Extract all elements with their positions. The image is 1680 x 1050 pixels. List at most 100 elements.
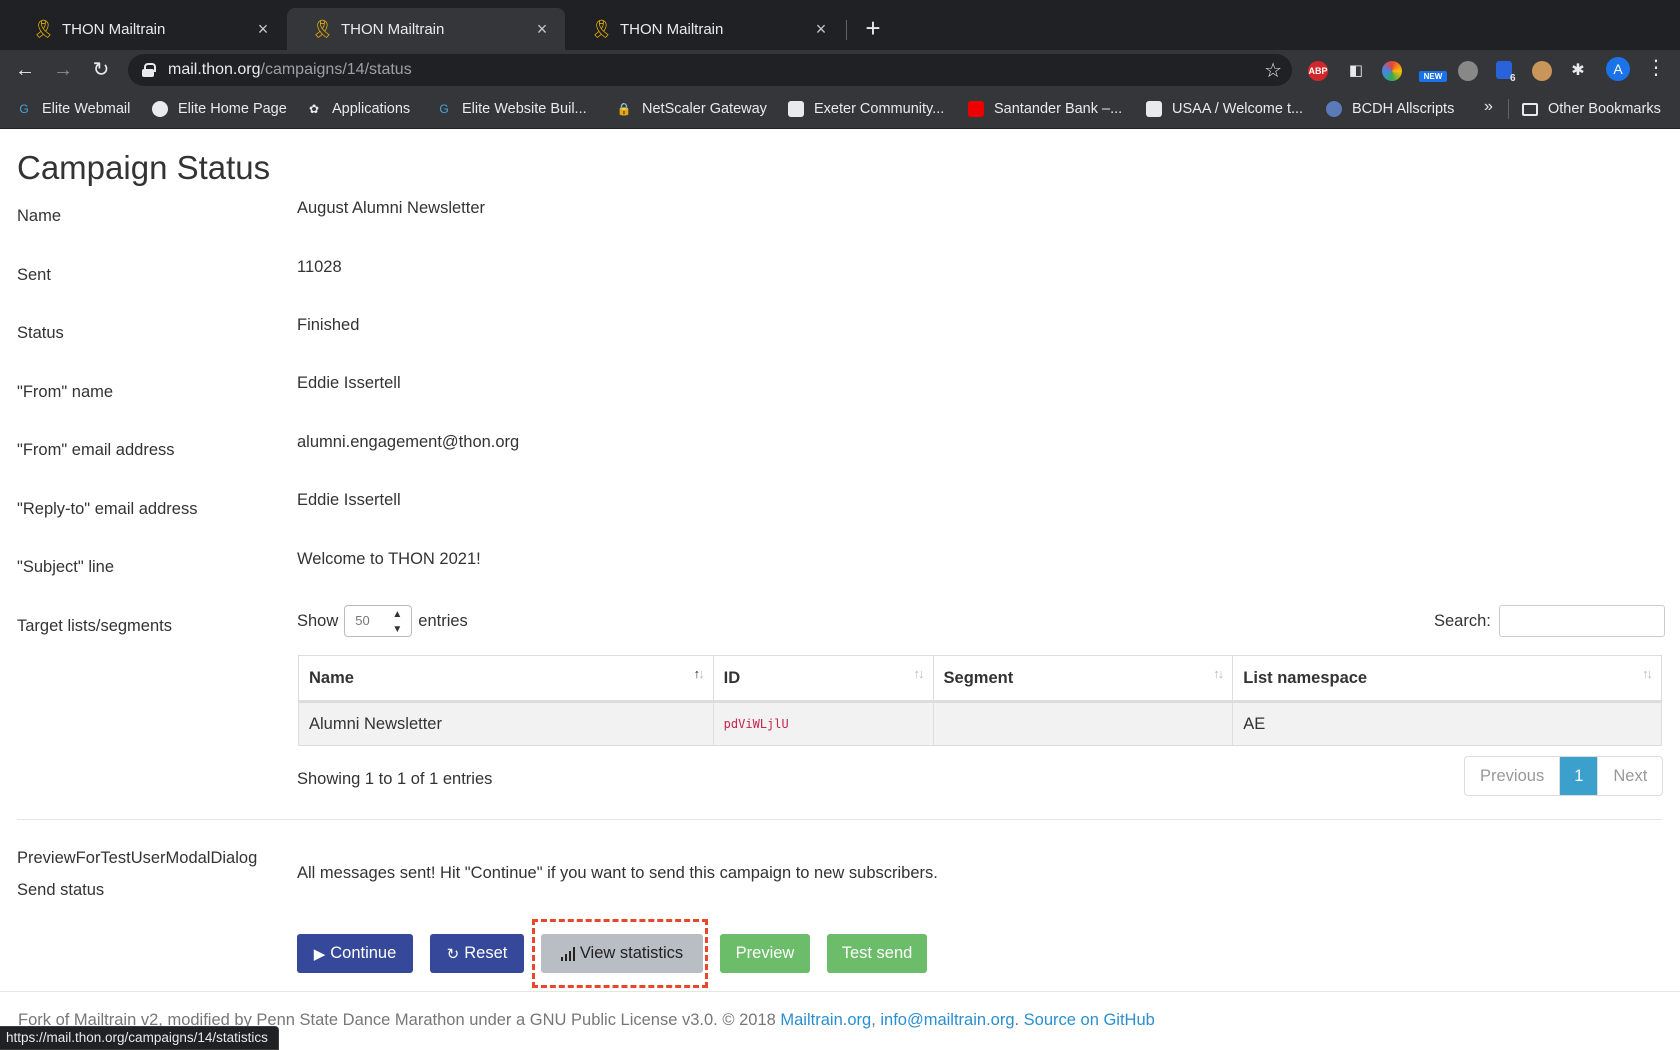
elite-icon: G [19, 102, 29, 116]
bookmark-usaa[interactable]: USAA / Welcome t... [1146, 99, 1303, 119]
column-header-segment[interactable]: Segment ↑↓ [932, 655, 1234, 703]
puzzle-icon[interactable]: ✱ [1568, 61, 1588, 81]
browser-tab[interactable]: 🎗 THON Mailtrain × [8, 8, 286, 50]
send-status-message: All messages sent! Hit "Continue" if you… [297, 864, 938, 882]
pagination: Previous 1 Next [1464, 756, 1664, 796]
show-label: Show [297, 611, 339, 630]
table-info: Showing 1 to 1 of 1 entries [297, 770, 493, 788]
entries-select[interactable]: 50 ▲ ▼ [344, 605, 413, 637]
adblock-icon[interactable]: ABP [1308, 61, 1328, 81]
folder-icon [1522, 102, 1538, 116]
field-label-reply-to: "Reply-to" email address [17, 500, 198, 518]
tab-title: THON Mailtrain [620, 20, 724, 38]
pagination-page-1[interactable]: 1 [1559, 757, 1599, 795]
field-label-status: Status [17, 324, 64, 342]
search-input[interactable] [1498, 605, 1665, 637]
footer-link-github[interactable]: Source on GitHub [1024, 1011, 1155, 1029]
forward-icon[interactable]: → [48, 55, 78, 85]
menu-kebab-icon[interactable]: ⋮ [1646, 55, 1666, 80]
reset-button[interactable]: ↻ Reset [430, 934, 524, 973]
pagination-next[interactable]: Next [1598, 757, 1662, 795]
tab-close-icon[interactable]: × [812, 19, 830, 40]
preview-modal-label: PreviewForTestUserModalDialog [17, 849, 258, 867]
entries-select-value: 50 [355, 613, 370, 628]
tab-close-icon[interactable]: × [254, 19, 272, 40]
bitwarden-icon[interactable]: 6 [1496, 61, 1516, 84]
test-send-button[interactable]: Test send [827, 934, 927, 973]
sort-icon: ↑↓ [913, 666, 925, 681]
sort-icon: ↑↓ [1642, 666, 1653, 681]
link-status-bar: https://mail.thon.org/campaigns/14/stati… [0, 1026, 279, 1050]
tab-strip: 🎗 THON Mailtrain × 🎗 THON Mailtrain × 🎗 … [0, 0, 1680, 50]
new-extension-icon[interactable]: NEW [1418, 61, 1448, 82]
extension-gear-icon[interactable] [1458, 61, 1478, 81]
footer-link-email[interactable]: info@mailtrain.org [880, 1011, 1014, 1029]
page-title: Campaign Status [17, 149, 271, 186]
continue-button[interactable]: ▶ Continue [297, 934, 413, 973]
bcdh-icon [1326, 101, 1342, 117]
color-picker-icon[interactable] [1382, 61, 1402, 81]
lock-icon [142, 63, 156, 77]
bookmark-bcdh[interactable]: BCDH Allscripts [1326, 99, 1454, 119]
browser-tab[interactable]: 🎗 THON Mailtrain × [566, 8, 844, 50]
field-value-reply-to: Eddie Issertell [297, 491, 401, 509]
cookie-icon[interactable] [1532, 61, 1552, 81]
bookmark-applications[interactable]: ✿ Applications [306, 99, 410, 119]
field-label-target-lists: Target lists/segments [17, 617, 172, 635]
reload-icon[interactable]: ↻ [86, 55, 116, 85]
field-value-sent: 11028 [297, 258, 342, 276]
show-entries-control: Show 50 ▲ ▼ entries [297, 605, 468, 637]
field-value-status: Finished [297, 316, 360, 334]
field-value-from-email: alumni.engagement@thon.org [297, 433, 520, 451]
bookmark-exeter[interactable]: Exeter Community... [788, 99, 944, 119]
cell-segment [932, 701, 1234, 746]
santander-icon [968, 101, 984, 117]
ribbon-icon: 🎗 [311, 19, 334, 39]
address-bar[interactable]: mail.thon.org/campaigns/14/status ☆ [128, 54, 1292, 86]
sort-icon: ↑↓ [693, 666, 705, 681]
apps-icon: ✿ [308, 102, 320, 116]
cell-name: Alumni Newsletter [298, 701, 714, 746]
footer-link-mailtrain[interactable]: Mailtrain.org [780, 1011, 871, 1029]
bank-icon [788, 101, 804, 117]
ribbon-icon: 🎗 [32, 19, 55, 39]
field-label-name: Name [17, 207, 62, 225]
column-header-id[interactable]: ID ↑↓ [712, 655, 934, 703]
target-lists-table: Name ↑↓ ID ↑↓ Segment ↑↓ List namespace ↑↓ A… [298, 655, 1662, 746]
field-label-sent: Sent [17, 266, 51, 284]
bookmarks-bar: G Elite Webmail Elite Home Page ✿ Applicat… [0, 90, 1680, 129]
entries-label: entries [418, 611, 468, 630]
field-value-name: August Alumni Newsletter [297, 199, 486, 217]
field-value-from-name: Eddie Issertell [297, 374, 401, 392]
bookmark-elite-website[interactable]: G Elite Website Buil... [436, 99, 586, 119]
globe-icon [152, 101, 168, 117]
page-content: Campaign Status Name August Alumni Newsl… [0, 129, 1680, 1050]
other-bookmarks[interactable]: Other Bookmarks [1522, 99, 1661, 119]
office-icon[interactable]: ◧ [1346, 61, 1366, 81]
profile-avatar[interactable]: A [1606, 57, 1630, 81]
bookmark-elite-webmail[interactable]: G Elite Webmail [16, 99, 130, 119]
field-label-subject: "Subject" line [17, 558, 115, 576]
sort-icon: ↑↓ [1213, 666, 1224, 681]
bookmark-elite-home[interactable]: Elite Home Page [152, 99, 287, 119]
tab-close-icon[interactable]: × [533, 19, 551, 40]
extension-badge: 6 [1510, 73, 1516, 84]
bookmarks-overflow-icon[interactable]: » [1484, 98, 1493, 116]
tab-title: THON Mailtrain [62, 20, 166, 38]
field-label-from-email: "From" email address [17, 441, 175, 459]
bookmark-star-icon[interactable]: ☆ [1264, 58, 1282, 83]
new-tab-button[interactable]: + [862, 15, 884, 41]
field-value-subject: Welcome to THON 2021! [297, 550, 481, 568]
highlight-box [532, 919, 708, 988]
bookmark-netscaler[interactable]: 🔒 NetScaler Gateway [616, 99, 767, 119]
back-icon[interactable]: ← [10, 55, 40, 85]
browser-tab-active[interactable]: 🎗 THON Mailtrain × [287, 8, 565, 50]
send-status-label: Send status [17, 881, 105, 899]
column-header-name[interactable]: Name ↑↓ [298, 655, 714, 703]
preview-button[interactable]: Preview [720, 934, 810, 973]
column-header-namespace[interactable]: List namespace ↑↓ [1232, 655, 1662, 703]
bookmark-santander[interactable]: Santander Bank –... [968, 99, 1122, 119]
pagination-previous[interactable]: Previous [1465, 757, 1559, 795]
bookmarks-divider [1508, 99, 1509, 119]
cell-id: pdViWLjlU [712, 701, 934, 746]
